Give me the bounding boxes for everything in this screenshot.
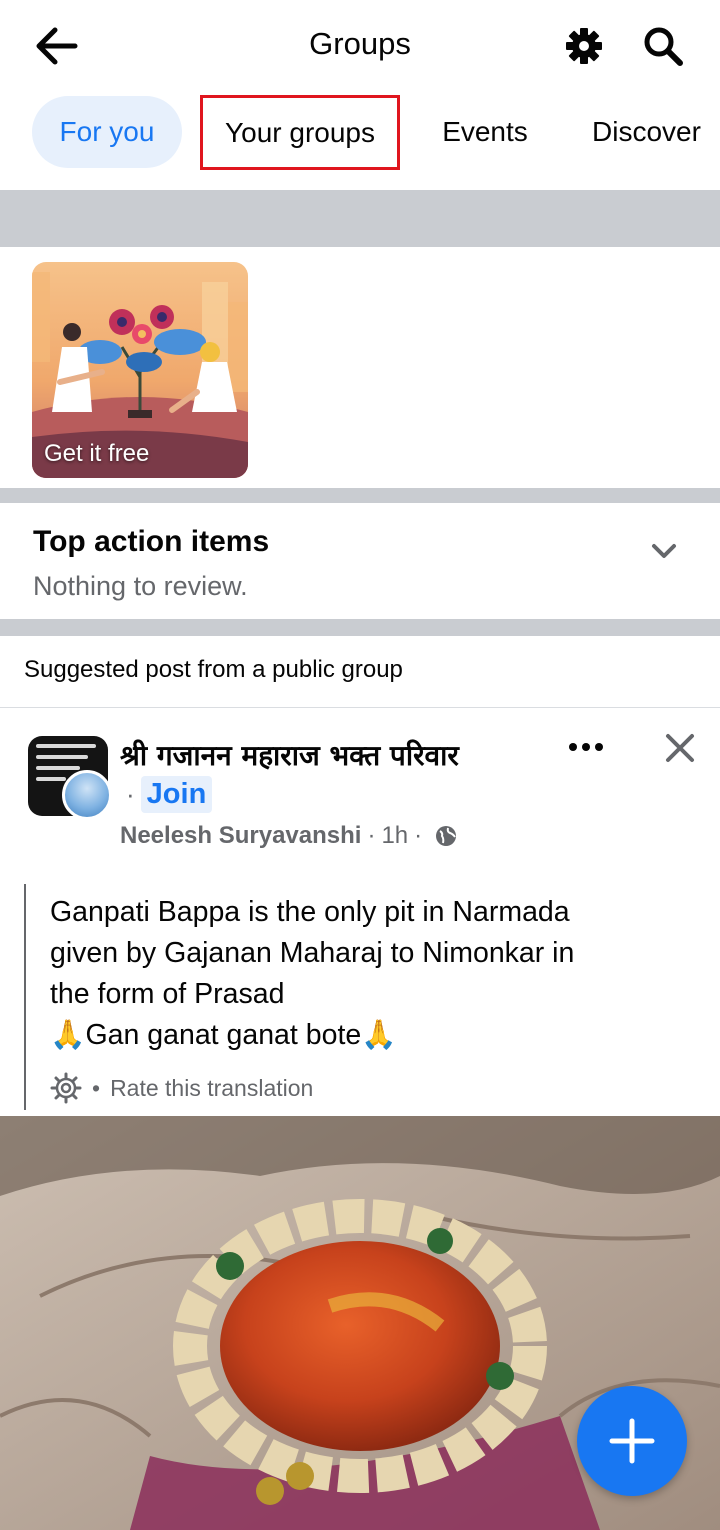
action-items-title: Top action items — [33, 525, 270, 558]
post-text-line: the form of Prasad — [50, 978, 285, 1010]
separator: • — [92, 1074, 101, 1101]
more-options-button[interactable] — [566, 732, 606, 762]
tab-bar: For you Your groups Events Discover — [0, 95, 720, 172]
divider — [0, 707, 720, 708]
expand-button[interactable] — [646, 533, 682, 569]
section-divider — [0, 488, 720, 503]
search-button[interactable] — [638, 22, 688, 70]
globe-icon — [434, 824, 458, 848]
section-divider — [0, 190, 720, 247]
top-action-items[interactable]: Top action items Nothing to review. — [0, 503, 720, 619]
author-name[interactable]: Neelesh Suryavanshi — [120, 822, 361, 850]
action-items-subtitle: Nothing to review. — [33, 571, 248, 601]
settings-button[interactable] — [560, 24, 608, 68]
create-post-button[interactable] — [577, 1386, 687, 1496]
separator: · — [367, 822, 376, 849]
rate-translation-link[interactable]: Rate this translation — [110, 1075, 313, 1102]
promo-card[interactable]: Get it free — [32, 262, 248, 478]
search-icon — [644, 27, 683, 66]
close-icon — [666, 734, 694, 762]
post-text: Ganpati Bappa is the only pit in Narmada… — [50, 892, 690, 1056]
tab-for-you[interactable]: For you — [32, 96, 182, 168]
more-horizontal-icon — [569, 743, 603, 751]
tab-discover[interactable]: Discover — [575, 96, 720, 168]
page-title: Groups — [309, 26, 411, 61]
join-button[interactable]: Join — [140, 775, 213, 813]
chevron-down-icon — [652, 544, 676, 558]
user-avatar[interactable] — [62, 770, 112, 820]
tab-your-groups[interactable]: Your groups — [200, 95, 400, 170]
post-text-line: given by Gajanan Maharaj to Nimonkar in — [50, 937, 575, 969]
post-text-line: Ganpati Bappa is the only pit in Narmada — [50, 896, 570, 928]
group-name[interactable]: श्री गजानन महाराज भक्त परिवार — [120, 736, 459, 774]
suggested-label: Suggested post from a public group — [24, 656, 403, 683]
promo-label: Get it free — [44, 440, 150, 467]
quote-bar — [24, 884, 26, 1110]
translation-settings-icon[interactable] — [50, 1072, 82, 1104]
top-bar: Groups — [0, 0, 720, 92]
post-time[interactable]: 1h — [381, 822, 408, 850]
hide-post-button[interactable] — [660, 728, 700, 768]
separator: · — [126, 778, 135, 809]
gear-icon — [566, 28, 602, 64]
post-text-line: 🙏Gan ganat ganat bote🙏 — [50, 1019, 397, 1051]
section-divider — [0, 619, 720, 636]
translation-row: • Rate this translation — [50, 1068, 313, 1108]
tab-events[interactable]: Events — [420, 96, 550, 168]
separator: · — [414, 822, 423, 849]
plus-icon — [609, 1418, 655, 1464]
post-meta: Neelesh Suryavanshi · 1h · — [120, 820, 458, 852]
join-row: · Join — [126, 774, 213, 814]
